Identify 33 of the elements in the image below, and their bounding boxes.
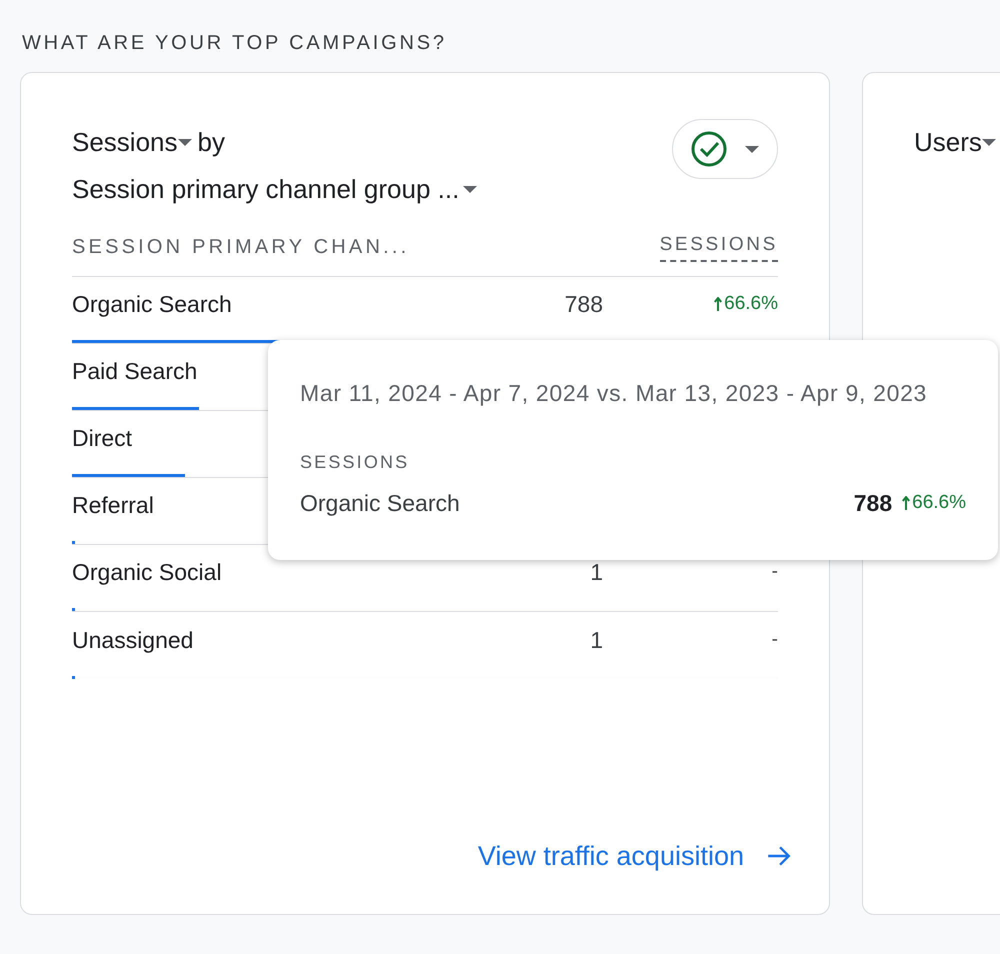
- change-percent: 66.6%: [902, 488, 966, 517]
- channel-name: Direct: [72, 424, 132, 453]
- metric-label: SESSIONS: [300, 450, 410, 474]
- column-header: SESSION PRIMARY CHAN...: [72, 234, 410, 260]
- session-count: 788: [564, 290, 603, 319]
- caret-icon: [178, 139, 192, 146]
- session-count: 788: [854, 488, 892, 518]
- channel-name: Referral: [72, 491, 154, 520]
- column-header[interactable]: SESSIONS: [660, 231, 778, 262]
- channel-name: Unassigned: [72, 626, 194, 655]
- date-range: Mar 11, 2024 - Apr 7, 2024 vs. Mar 13, 2023 - Apr 9, 2023: [300, 379, 928, 408]
- up-arrow-icon: [902, 496, 910, 510]
- dimension-dropdown[interactable]: Session primary channel group ...: [72, 170, 478, 209]
- caret-icon: [463, 186, 478, 193]
- channel-name: Organic Social: [72, 558, 222, 587]
- status-dropdown[interactable]: [672, 119, 778, 179]
- caret-icon: [745, 146, 759, 152]
- by-label: by: [198, 126, 225, 159]
- channel-name: Organic Search: [300, 488, 461, 518]
- metric-dropdown[interactable]: Users: [914, 123, 996, 162]
- change-percent: -: [772, 628, 778, 652]
- check-circle-icon: [691, 131, 727, 167]
- change-percent: -: [772, 560, 778, 584]
- up-arrow-icon: [714, 297, 722, 312]
- session-count: 1: [589, 558, 603, 587]
- change-percent: 66.6%: [714, 290, 778, 318]
- section-title: WHAT ARE YOUR TOP CAMPAIGNS?: [22, 31, 447, 56]
- view-link[interactable]: View traffic acquisition: [478, 836, 792, 876]
- channel-name: Organic Search: [72, 290, 232, 319]
- caret-icon: [982, 139, 996, 146]
- channel-name: Paid Search: [72, 357, 198, 386]
- session-count: 1: [589, 626, 603, 655]
- metric-dropdown[interactable]: Sessions: [72, 123, 192, 162]
